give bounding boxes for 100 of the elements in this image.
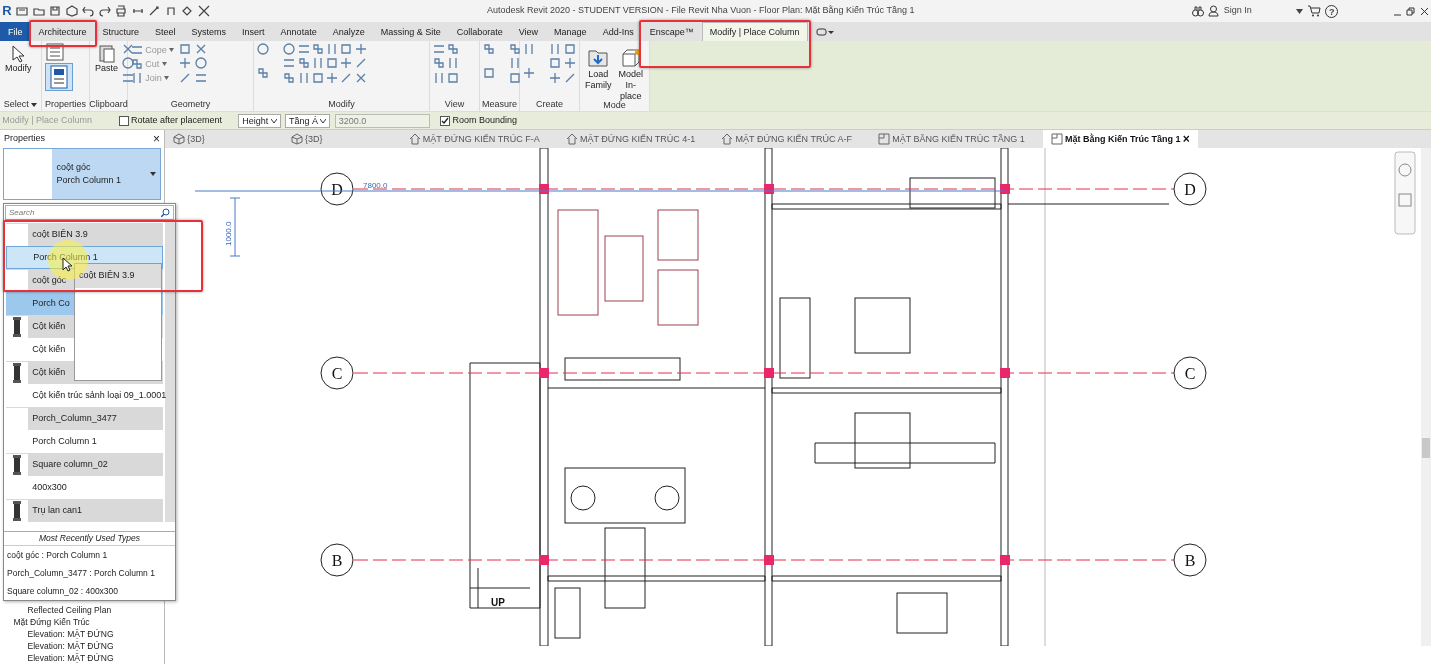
- ribbon-tab[interactable]: Add-Ins: [594, 22, 642, 41]
- type-list-item[interactable]: Square column_02: [6, 453, 163, 477]
- document-tab[interactable]: {3D}: [282, 130, 331, 148]
- tool-icon[interactable]: [509, 43, 522, 55]
- print-icon[interactable]: [115, 5, 128, 17]
- height-input[interactable]: 3200.0: [334, 113, 430, 128]
- height-dropdown[interactable]: Height: [238, 113, 281, 128]
- tool-icon[interactable]: [195, 43, 207, 55]
- tool-icon[interactable]: [297, 71, 310, 84]
- tool-icon[interactable]: [340, 43, 353, 55]
- ribbon-tab[interactable]: Annotate: [272, 22, 325, 41]
- tool-icon[interactable]: [283, 57, 296, 70]
- tool-icon[interactable]: [447, 43, 460, 55]
- close-button[interactable]: ×: [153, 130, 160, 148]
- type-list-item[interactable]: Porch Column 1: [6, 430, 163, 454]
- brush-icon[interactable]: [122, 71, 135, 84]
- tool-icon[interactable]: [447, 71, 460, 84]
- document-tab[interactable]: MẶT BẰNG KIẾN TRÚC TẦNG 1: [869, 130, 1033, 148]
- mode-button[interactable]: Model In-place: [615, 47, 646, 102]
- tool-icon[interactable]: [563, 71, 576, 84]
- caret-icon[interactable]: [31, 102, 38, 107]
- tool-icon[interactable]: [297, 43, 310, 55]
- document-tab[interactable]: MẶT ĐỨNG KIẾN TRÚC A-F: [713, 130, 860, 148]
- ribbon-tab[interactable]: File: [0, 22, 31, 41]
- tool-icon[interactable]: [354, 57, 367, 70]
- tool-icon[interactable]: [297, 57, 310, 70]
- ribbon-tab[interactable]: Massing & Site: [372, 22, 449, 41]
- type-selector[interactable]: coột góc Porch Column 1: [3, 148, 161, 200]
- type-list-item[interactable]: Porch_Column_3477: [6, 407, 163, 431]
- ribbon-tab[interactable]: Steel: [147, 22, 184, 41]
- mode-button[interactable]: Load Family: [583, 47, 614, 91]
- tool-icon[interactable]: [354, 43, 367, 55]
- tool-icon[interactable]: [326, 57, 338, 70]
- save-icon[interactable]: [49, 5, 62, 17]
- ribbon-tab[interactable]: Manage: [546, 22, 595, 41]
- tool-icon[interactable]: [549, 57, 562, 70]
- undo-icon[interactable]: [82, 5, 95, 17]
- tool-icon[interactable]: [433, 57, 445, 70]
- recent-type-item[interactable]: Porch_Column_3477 : Porch Column 1: [4, 564, 175, 582]
- tool-icon[interactable]: [326, 71, 338, 84]
- tool-icon[interactable]: [433, 43, 445, 55]
- restore-icon[interactable]: [1406, 6, 1416, 16]
- tool-icon[interactable]: [195, 71, 207, 84]
- tool-icon[interactable]: [131, 44, 143, 56]
- grid-bubble[interactable]: [1173, 356, 1207, 390]
- ribbon-tab[interactable]: Collaborate: [448, 22, 511, 41]
- tool-icon[interactable]: [354, 71, 367, 84]
- navigation-bar[interactable]: [1394, 151, 1416, 235]
- tool-icon[interactable]: [283, 43, 296, 55]
- tool-icon[interactable]: [509, 71, 522, 84]
- ribbon-tab[interactable]: Modify | Place Column: [701, 22, 808, 41]
- caret-icon[interactable]: [169, 48, 174, 52]
- window-icon[interactable]: [16, 5, 29, 17]
- recent-type-item[interactable]: Square column_02 : 400x300: [4, 582, 175, 600]
- ribbon-tab[interactable]: Systems: [183, 22, 235, 41]
- tool-icon[interactable]: [178, 43, 191, 55]
- modify-button[interactable]: Modify: [3, 45, 34, 74]
- app-logo[interactable]: R: [2, 1, 12, 21]
- close-icon[interactable]: [1419, 6, 1429, 16]
- grid-bubble[interactable]: [320, 356, 354, 390]
- ribbon-tab[interactable]: Enscape™: [641, 22, 702, 41]
- type-list-item[interactable]: 400x300: [6, 476, 163, 500]
- tool-icon[interactable]: [549, 43, 562, 55]
- type-list-item[interactable]: coột BIÊN 3.9: [6, 223, 163, 247]
- tool-icon[interactable]: [178, 71, 191, 84]
- caret-icon[interactable]: [1296, 8, 1304, 14]
- tool-icon[interactable]: [563, 43, 576, 55]
- caret-icon[interactable]: [164, 76, 169, 80]
- grid-bubble[interactable]: [320, 172, 354, 206]
- level-dropdown[interactable]: Tầng Á: [285, 113, 331, 128]
- properties-button[interactable]: [45, 63, 73, 92]
- close-views-icon[interactable]: [197, 5, 210, 17]
- tool-icon[interactable]: [195, 57, 207, 70]
- browser-item[interactable]: Mặt Đứng Kiến Trúc: [13, 616, 164, 628]
- tool-icon[interactable]: [283, 71, 296, 84]
- tool-icon[interactable]: [549, 71, 562, 84]
- grid-bubble[interactable]: [1173, 172, 1207, 206]
- open-folder-icon[interactable]: [32, 5, 45, 17]
- tool-icon[interactable]: [340, 71, 353, 84]
- document-tab[interactable]: MẶT ĐỨNG KIẾN TRÚC F-A: [400, 130, 548, 148]
- ribbon-tab[interactable]: Insert: [234, 22, 273, 41]
- panel-toggle-icon[interactable]: [815, 27, 834, 37]
- caret-icon[interactable]: [161, 62, 167, 66]
- diamond-icon[interactable]: [181, 5, 194, 17]
- tool-icon[interactable]: [563, 57, 576, 70]
- checkbox[interactable]: [118, 115, 129, 126]
- tool-icon[interactable]: [326, 43, 338, 55]
- type-list-item[interactable]: Trụ lan can1: [6, 499, 163, 523]
- document-tab[interactable]: {3D}: [165, 130, 213, 148]
- scissors-icon[interactable]: [122, 43, 135, 55]
- ribbon-tab[interactable]: View: [510, 22, 547, 41]
- browser-item[interactable]: Elevation: MẶT ĐỨNG: [13, 640, 164, 652]
- cube-icon[interactable]: [65, 5, 78, 17]
- grid-bubble[interactable]: [320, 543, 354, 577]
- sign-in-link[interactable]: Sign In: [1223, 4, 1252, 18]
- browser-item[interactable]: Reflected Ceiling Plan: [13, 604, 164, 616]
- user-icon[interactable]: [1208, 5, 1220, 17]
- close-button[interactable]: ×: [1182, 130, 1190, 148]
- checkbox[interactable]: [440, 115, 451, 126]
- tool-icon[interactable]: [311, 43, 324, 55]
